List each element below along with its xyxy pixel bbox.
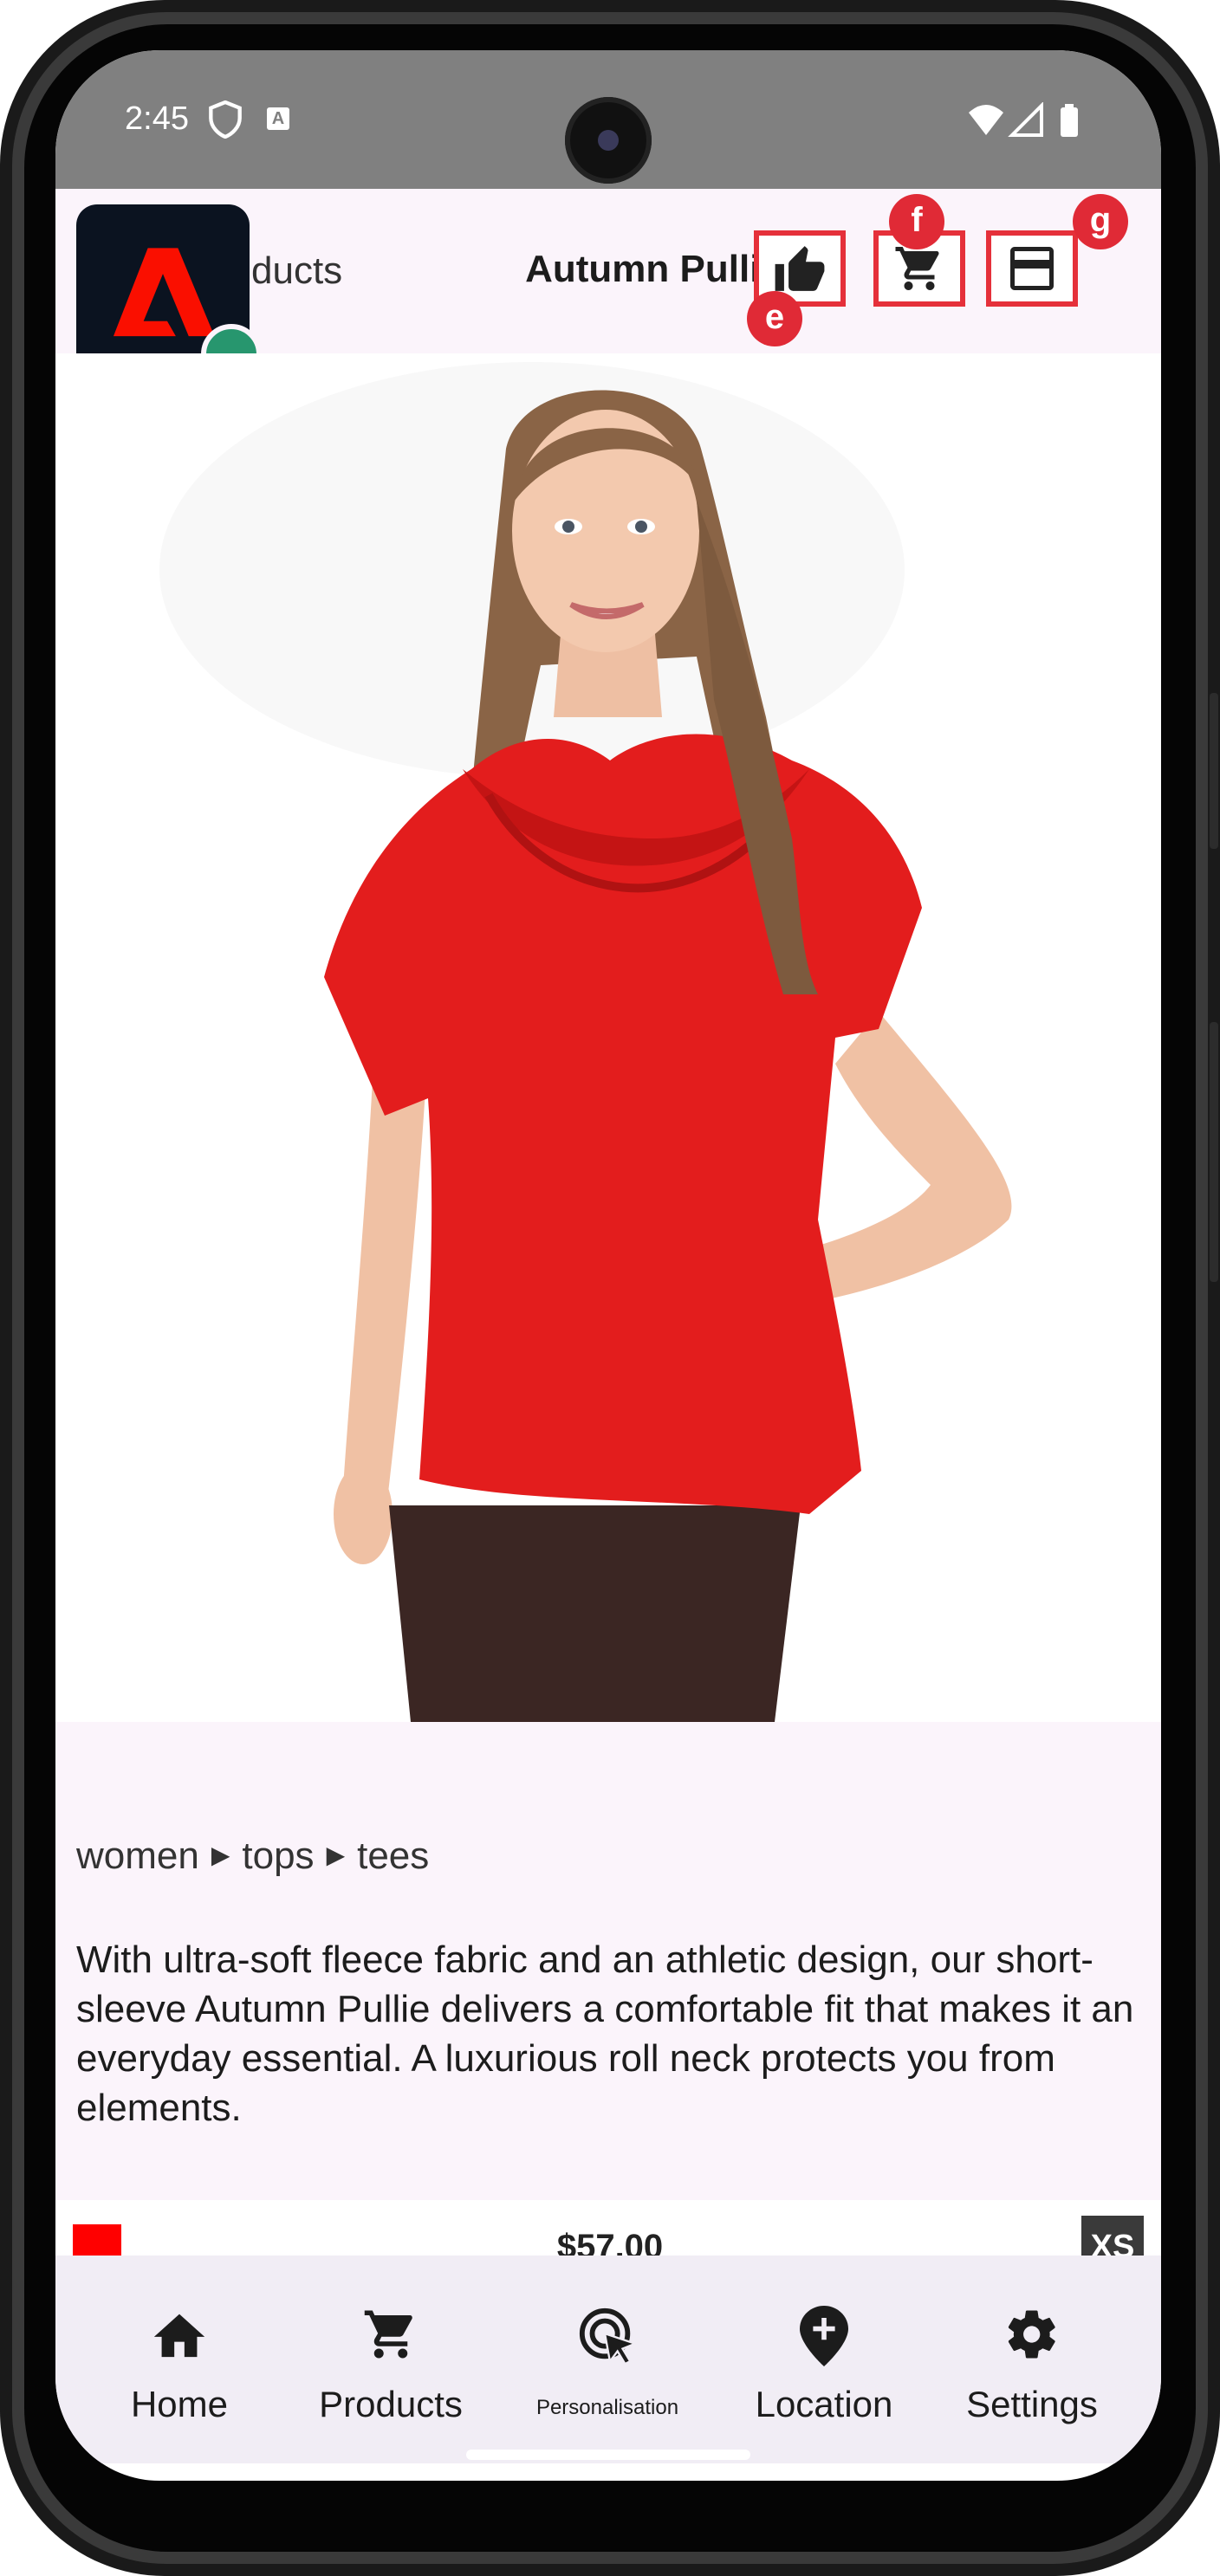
thumbs-up-icon — [775, 246, 825, 291]
breadcrumb-separator-icon: ▶ — [211, 1841, 230, 1868]
checkout-badge: g — [1073, 194, 1128, 249]
shield-icon — [209, 100, 242, 139]
nav-item-personalisation[interactable]: Personalisation — [499, 2256, 716, 2463]
status-bar: 2:45 A — [55, 50, 1161, 189]
nav-item-settings[interactable]: Settings — [924, 2256, 1140, 2463]
power-button — [1210, 693, 1218, 849]
screen: 2:45 A ducts Autumn Pullie e f g women ▶… — [55, 50, 1161, 2481]
nav-label-personalisation: Personalisation — [535, 2396, 679, 2419]
status-time: 2:45 — [125, 100, 189, 137]
like-badge: e — [747, 291, 802, 346]
cart-badge: f — [889, 194, 944, 249]
breadcrumb: women ▶ tops ▶ tees — [76, 1835, 429, 1878]
volume-button — [1210, 1022, 1218, 1282]
adobe-logo-icon — [113, 248, 215, 337]
home-icon — [153, 2314, 205, 2358]
breadcrumb-separator-icon: ▶ — [326, 1841, 346, 1868]
signal-icon — [1008, 102, 1043, 137]
breadcrumb-item[interactable]: women — [76, 1835, 199, 1877]
front-camera — [565, 97, 652, 184]
battery-icon — [1061, 107, 1078, 137]
breadcrumb-item[interactable]: tops — [242, 1835, 314, 1877]
nav-item-location[interactable]: Location — [716, 2256, 932, 2463]
cart-icon — [895, 247, 939, 290]
nav-label-location: Location — [755, 2384, 893, 2424]
a-app-icon: A — [267, 107, 289, 130]
back-label[interactable]: ducts — [251, 249, 342, 293]
gear-icon — [1008, 2310, 1055, 2359]
nav-item-home[interactable]: Home — [71, 2256, 288, 2463]
breadcrumb-item[interactable]: tees — [357, 1835, 429, 1877]
cursor-click-icon — [579, 2307, 638, 2366]
nav-label-home: Home — [130, 2384, 229, 2424]
wifi-icon — [969, 105, 1003, 135]
checkout-button[interactable] — [986, 230, 1078, 307]
bottom-nav: Home Products Personalisation Location S… — [55, 2256, 1161, 2463]
add-location-icon — [800, 2306, 848, 2366]
product-description: With ultra-soft fleece fabric and an ath… — [76, 1938, 1134, 2129]
nav-label-products: Products — [319, 2384, 463, 2424]
nav-item-products[interactable]: Products — [282, 2256, 499, 2463]
nav-label-settings: Settings — [966, 2384, 1098, 2424]
home-indicator[interactable] — [466, 2450, 750, 2460]
system-icons — [969, 102, 1078, 137]
cart-icon — [364, 2310, 412, 2359]
product-image — [55, 353, 1161, 1722]
credit-card-icon — [1010, 247, 1054, 290]
model-illustration — [324, 390, 1012, 1722]
